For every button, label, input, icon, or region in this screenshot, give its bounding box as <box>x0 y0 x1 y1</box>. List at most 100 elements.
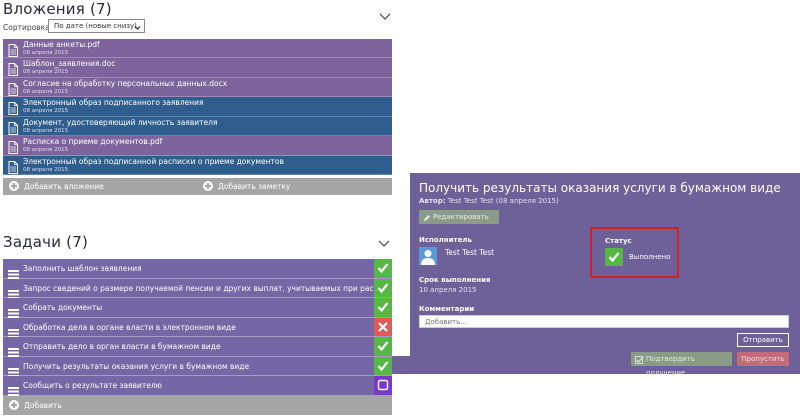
pencil-icon <box>423 213 431 227</box>
add-task-button[interactable]: Добавить <box>9 400 62 410</box>
task-row[interactable]: Запрос сведений о размере получаемой пен… <box>3 278 442 299</box>
task-detail-panel: Получить результаты оказания услуги в бу… <box>410 173 800 377</box>
executor-name[interactable]: Test Test Test <box>445 248 494 257</box>
document-icon <box>8 139 18 155</box>
sort-select-value: По дате (новые снизу) <box>54 22 137 30</box>
author-value: Test Test Test (08 апреля 2015) <box>447 197 559 205</box>
document-icon <box>8 100 18 116</box>
task-row[interactable]: Сообщить о результате заявителю <box>3 376 392 396</box>
checkbox-icon <box>635 355 644 369</box>
executor-label: Исполнитель <box>419 236 472 244</box>
task-row[interactable]: Заполнить шаблон заявления <box>3 259 392 279</box>
task-status-check-icon[interactable] <box>374 259 392 278</box>
attachment-name: Электронный образ подписанной расписки о… <box>23 156 284 166</box>
task-status-check-icon[interactable] <box>374 278 392 297</box>
edit-button[interactable]: Редактировать <box>419 210 499 224</box>
attachments-footer: Добавить вложение Добавить заметку <box>3 178 392 195</box>
comment-input[interactable] <box>419 315 789 328</box>
task-list-icon <box>8 323 19 338</box>
status-value: Выполнено <box>629 253 671 261</box>
attachment-date: 08 апреля 2015 <box>23 166 69 173</box>
sort-label: Сортировка: <box>3 23 53 32</box>
task-list-icon <box>8 381 19 396</box>
attachment-name: Расписка о приеме документов.pdf <box>23 137 163 147</box>
due-date-value: 10 апреля 2015 <box>419 286 477 294</box>
add-note-label: Добавить заметку <box>218 181 291 191</box>
task-row[interactable]: Отправить дело в орган власти в бумажном… <box>3 337 392 357</box>
add-task-label: Добавить <box>24 400 62 410</box>
task-row[interactable]: Собрать документы <box>3 298 392 318</box>
task-status-check-icon[interactable] <box>374 298 392 317</box>
task-list-icon <box>8 284 19 299</box>
confirm-receipt-button[interactable]: Подтвердить получение <box>631 352 732 377</box>
task-list-icon <box>8 362 19 377</box>
attachment-name: Документ, удостоверяющий личность заявит… <box>23 117 218 127</box>
task-list-icon <box>8 342 19 357</box>
task-status-cross-icon[interactable] <box>374 317 392 336</box>
sort-select[interactable]: По дате (новые снизу) <box>48 19 145 33</box>
task-label: Собрать документы <box>23 303 103 312</box>
tasks-footer: Добавить <box>3 396 392 415</box>
task-status-check-icon[interactable] <box>374 356 392 375</box>
attachment-row[interactable]: Электронный образ подписанной расписки о… <box>3 155 392 176</box>
attachment-name: Шаблон_заявления.doc <box>23 59 116 69</box>
add-note-button[interactable]: Добавить заметку <box>203 181 290 191</box>
attachment-row[interactable]: Шаблон_заявления.doc 08 апреля 2015 <box>3 58 392 78</box>
attachment-date: 08 апреля 2015 <box>23 69 69 76</box>
add-attachment-button[interactable]: Добавить вложение <box>9 181 104 191</box>
attachment-row[interactable]: Расписка о приеме документов.pdf 08 апрел… <box>3 136 392 156</box>
status-check-icon[interactable] <box>605 248 623 266</box>
detail-author: Автор: Test Test Test (08 апреля 2015) <box>419 197 559 205</box>
attachment-date: 08 апреля 2015 <box>23 88 69 95</box>
document-icon <box>8 42 18 57</box>
attachments-title: Вложения (7) <box>3 0 112 18</box>
attachment-name: Согласие на обработку персональных данны… <box>23 78 228 88</box>
attachment-row[interactable]: Электронный образ подписанного заявления… <box>3 97 392 117</box>
task-list-icon <box>8 264 19 279</box>
tasks-title: Задачи (7) <box>3 233 88 251</box>
attachment-name: Электронный образ подписанного заявления <box>23 98 204 108</box>
plus-icon <box>203 181 213 191</box>
plus-icon <box>9 400 19 410</box>
collapse-tasks-chevron-icon[interactable] <box>378 240 390 248</box>
chevron-down-icon <box>134 23 141 35</box>
confirm-receipt-label: Подтвердить получение <box>646 355 695 377</box>
comments-label: Комментарии <box>419 305 475 313</box>
task-status-check-icon[interactable] <box>374 337 392 356</box>
document-icon <box>8 120 18 135</box>
attachment-date: 08 апреля 2015 <box>23 127 69 134</box>
document-icon <box>8 61 18 77</box>
task-status-empty-checkbox-icon[interactable] <box>374 376 392 395</box>
due-date-label: Срок выполнения <box>419 276 491 284</box>
tasks-list: Заполнить шаблон заявления Запрос сведени… <box>3 259 442 396</box>
attachment-row[interactable]: Данные анкеты.pdf 08 апреля 2015 <box>3 39 392 59</box>
skip-button[interactable]: Пропустить <box>737 352 789 366</box>
plus-icon <box>9 181 19 191</box>
task-label: Получить результаты оказания услуги в бу… <box>23 361 250 371</box>
task-label: Сообщить о результате заявителю <box>23 381 162 390</box>
attachment-date: 08 апреля 2015 <box>23 50 69 56</box>
task-label: Обработка дела в органе власти в электро… <box>23 322 236 332</box>
edit-button-label: Редактировать <box>433 213 489 221</box>
task-row[interactable]: Обработка дела в органе власти в электро… <box>3 317 392 338</box>
task-list-icon <box>8 303 19 318</box>
document-icon <box>8 159 18 174</box>
author-label: Автор: <box>419 197 446 205</box>
task-label: Заполнить шаблон заявления <box>23 264 142 273</box>
add-attachment-label: Добавить вложение <box>24 181 104 191</box>
task-label: Отправить дело в орган власти в бумажном… <box>23 342 221 351</box>
attachment-row[interactable]: Документ, удостоверяющий личность заявит… <box>3 116 392 137</box>
task-row[interactable]: Получить результаты оказания услуги в бу… <box>3 356 392 377</box>
attachments-list: Данные анкеты.pdf 08 апреля 2015 Шаблон_за… <box>3 39 392 176</box>
attachment-row[interactable]: Согласие на обработку персональных данны… <box>3 77 392 98</box>
attachment-date: 08 апреля 2015 <box>23 147 69 154</box>
send-button[interactable]: Отправить <box>737 333 789 347</box>
attachment-name: Данные анкеты.pdf <box>23 40 100 49</box>
document-icon <box>8 81 18 96</box>
collapse-attachments-chevron-icon[interactable] <box>379 13 391 21</box>
avatar <box>419 247 437 265</box>
detail-title: Получить результаты оказания услуги в бу… <box>419 181 781 195</box>
attachment-date: 08 апреля 2015 <box>23 108 69 115</box>
status-label: Статус <box>605 237 632 245</box>
detail-connector <box>392 356 410 374</box>
